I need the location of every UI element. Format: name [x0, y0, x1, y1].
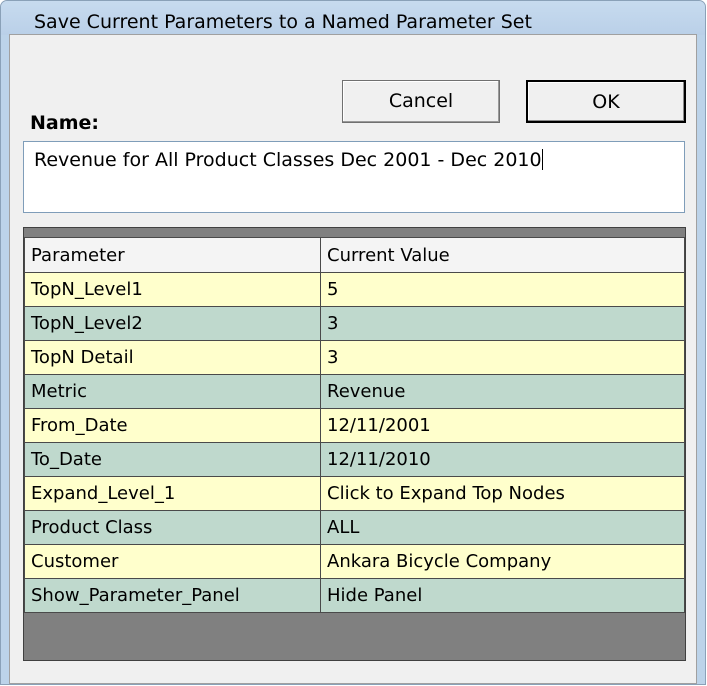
table-row[interactable]: Show_Parameter_Panel Hide Panel — [24, 578, 685, 613]
parameter-value-cell[interactable]: ALL — [320, 510, 685, 545]
parameter-name-cell[interactable]: To_Date — [24, 442, 321, 477]
parameter-name-cell[interactable]: From_Date — [24, 408, 321, 443]
column-header-current-value[interactable]: Current Value — [320, 237, 685, 273]
name-input-value: Revenue for All Product Classes Dec 2001… — [34, 149, 542, 171]
table-row[interactable]: Customer Ankara Bicycle Company — [24, 544, 685, 579]
name-input[interactable]: Revenue for All Product Classes Dec 2001… — [23, 141, 685, 213]
parameter-value-cell[interactable]: Ankara Bicycle Company — [320, 544, 685, 579]
table-row[interactable]: Metric Revenue — [24, 374, 685, 409]
table-row[interactable]: Product Class ALL — [24, 510, 685, 545]
window-title: Save Current Parameters to a Named Param… — [34, 11, 532, 33]
ok-button[interactable]: OK — [526, 80, 686, 123]
parameter-value-cell[interactable]: 5 — [320, 272, 685, 307]
table-row[interactable]: TopN_Level1 5 — [24, 272, 685, 307]
table-row[interactable]: From_Date 12/11/2001 — [24, 408, 685, 443]
parameter-value-cell[interactable]: 12/11/2010 — [320, 442, 685, 477]
parameter-grid[interactable]: Parameter Current Value TopN_Level1 5 TopN… — [23, 227, 686, 661]
table-row[interactable]: TopN Detail 3 — [24, 340, 685, 375]
cancel-button[interactable]: Cancel — [342, 80, 500, 123]
parameter-name-cell[interactable]: Expand_Level_1 — [24, 476, 321, 511]
parameter-name-cell[interactable]: Product Class — [24, 510, 321, 545]
title-bar[interactable]: Save Current Parameters to a Named Param… — [1, 1, 705, 35]
parameter-name-cell[interactable]: TopN_Level1 — [24, 272, 321, 307]
table-header-row: Parameter Current Value — [24, 237, 685, 273]
parameter-value-cell[interactable]: Hide Panel — [320, 578, 685, 613]
parameter-value-cell[interactable]: Click to Expand Top Nodes — [320, 476, 685, 511]
parameter-name-cell[interactable]: TopN_Level2 — [24, 306, 321, 341]
text-caret — [541, 149, 543, 170]
parameter-value-cell[interactable]: 3 — [320, 306, 685, 341]
parameter-name-cell[interactable]: Metric — [24, 374, 321, 409]
parameter-name-cell[interactable]: Customer — [24, 544, 321, 579]
table-row[interactable]: To_Date 12/11/2010 — [24, 442, 685, 477]
parameter-name-cell[interactable]: TopN Detail — [24, 340, 321, 375]
parameter-name-cell[interactable]: Show_Parameter_Panel — [24, 578, 321, 613]
column-header-parameter[interactable]: Parameter — [24, 237, 321, 273]
parameter-value-cell[interactable]: 12/11/2001 — [320, 408, 685, 443]
parameter-table: Parameter Current Value TopN_Level1 5 TopN… — [24, 237, 685, 613]
parameter-value-cell[interactable]: Revenue — [320, 374, 685, 409]
table-row[interactable]: TopN_Level2 3 — [24, 306, 685, 341]
parameter-value-cell[interactable]: 3 — [320, 340, 685, 375]
table-row[interactable]: Expand_Level_1 Click to Expand Top Nodes — [24, 476, 685, 511]
name-label: Name: — [30, 112, 100, 134]
